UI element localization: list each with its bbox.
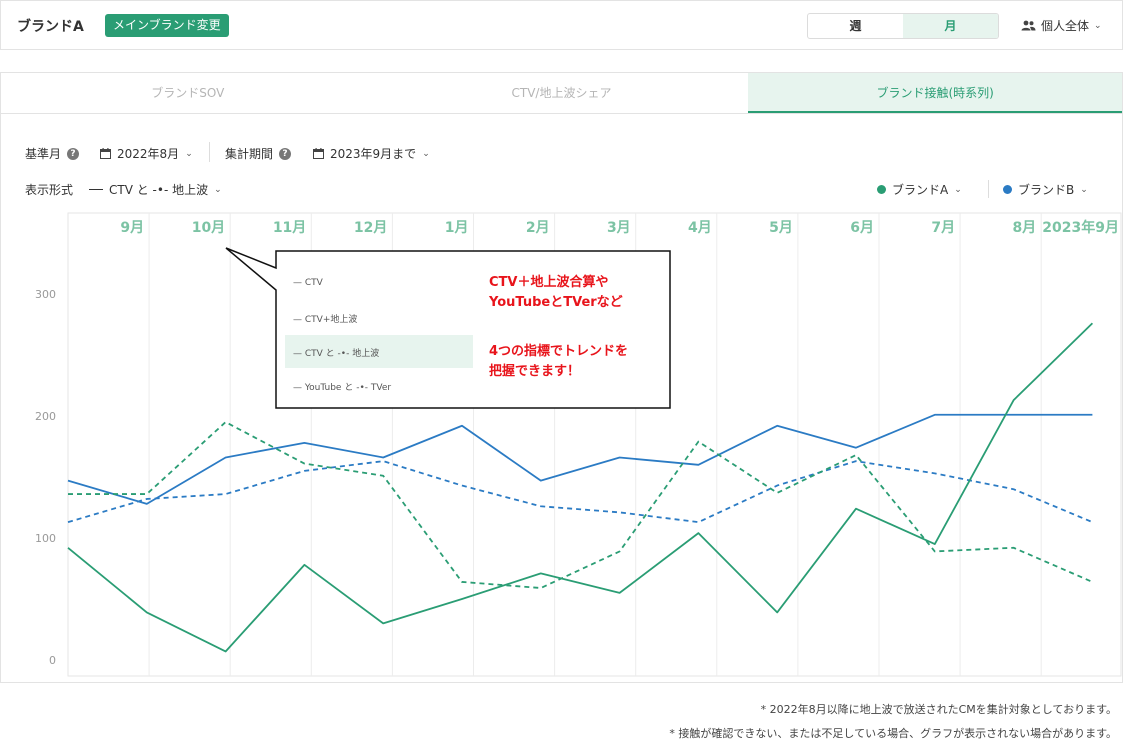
period-value: 2023年9月まで	[330, 147, 417, 161]
help-icon[interactable]: ?	[67, 147, 80, 160]
legend-dot-icon	[877, 185, 886, 194]
calendar-icon	[100, 148, 111, 159]
period-week-button[interactable]: 週	[808, 14, 903, 38]
chevron-down-icon: ⌄	[185, 148, 193, 159]
tab-ctv-share[interactable]: CTV/地上波シェア	[375, 73, 749, 113]
period-toggle: 週 月	[807, 13, 999, 39]
callout-note-2: 4つの指標でトレンドを 把握できます！	[489, 344, 629, 379]
callout-option-ctv-plus: — CTV+地上波	[293, 315, 358, 325]
legend-brand-b[interactable]: ブランドB ⌄	[1003, 181, 1088, 198]
legend-dot-icon	[1003, 185, 1012, 194]
tab-brand-contact-timeseries[interactable]: ブランド接触(時系列)	[748, 73, 1123, 113]
help-icon[interactable]: ?	[279, 147, 292, 160]
footnote-1: * 2022年8月以降に地上波で放送されたCMを集計対象としております。	[760, 703, 1117, 716]
display-format-select[interactable]: CTV と -•- 地上波 ⌄	[89, 181, 222, 198]
period-month-button[interactable]: 月	[903, 14, 998, 38]
base-month-value: 2022年8月	[117, 147, 180, 161]
period-label-group: 集計期間 ?	[225, 145, 292, 162]
period-label: 集計期間	[225, 147, 274, 161]
base-month-select[interactable]: 2022年8月 ⌄	[100, 145, 193, 162]
callout-option-ctv: — CTV	[293, 278, 323, 288]
chevron-down-icon: ⌄	[214, 184, 222, 195]
callout-option-ctv-and-ground: — CTV と -•- 地上波	[293, 349, 380, 359]
people-icon	[1021, 20, 1036, 31]
callout-option-youtube-tver: — YouTube と -•- TVer	[293, 383, 392, 393]
footnote-2: * 接触が確認できない、または不足している場合、グラフが表示されない場合がありま…	[669, 727, 1117, 740]
chevron-down-icon: ⌄	[1080, 184, 1088, 195]
display-format-value: CTV と -•- 地上波	[109, 183, 209, 197]
brand-title: ブランドA	[17, 19, 84, 35]
audience-selector[interactable]: 個人全体 ⌄	[1021, 17, 1102, 34]
period-select[interactable]: 2023年9月まで ⌄	[313, 145, 430, 162]
display-format-label: 表示形式	[25, 183, 74, 197]
divider	[988, 180, 989, 198]
top-bar: ブランドA メインブランド変更 週 月 個人全体 ⌄	[0, 0, 1123, 50]
chevron-down-icon: ⌄	[954, 184, 962, 195]
legend-brand-a[interactable]: ブランドA ⌄	[877, 181, 962, 198]
tab-bar: ブランドSOV CTV/地上波シェア ブランド接触(時系列)	[1, 73, 1123, 114]
callout-note-1: CTV＋地上波合算や YouTubeとTVerなど	[489, 275, 623, 310]
legend-brand-a-label: ブランドA	[892, 183, 949, 197]
chevron-down-icon: ⌄	[1094, 20, 1102, 31]
line-style-icon	[89, 189, 103, 190]
audience-label: 個人全体	[1041, 19, 1090, 33]
legend-brand-b-label: ブランドB	[1018, 183, 1075, 197]
tab-brand-sov[interactable]: ブランドSOV	[1, 73, 375, 113]
divider	[209, 142, 210, 162]
chevron-down-icon: ⌄	[422, 148, 430, 159]
change-main-brand-button[interactable]: メインブランド変更	[105, 14, 229, 37]
calendar-icon	[313, 148, 324, 159]
base-month-label-group: 基準月 ?	[25, 145, 80, 162]
base-month-label: 基準月	[25, 147, 62, 161]
